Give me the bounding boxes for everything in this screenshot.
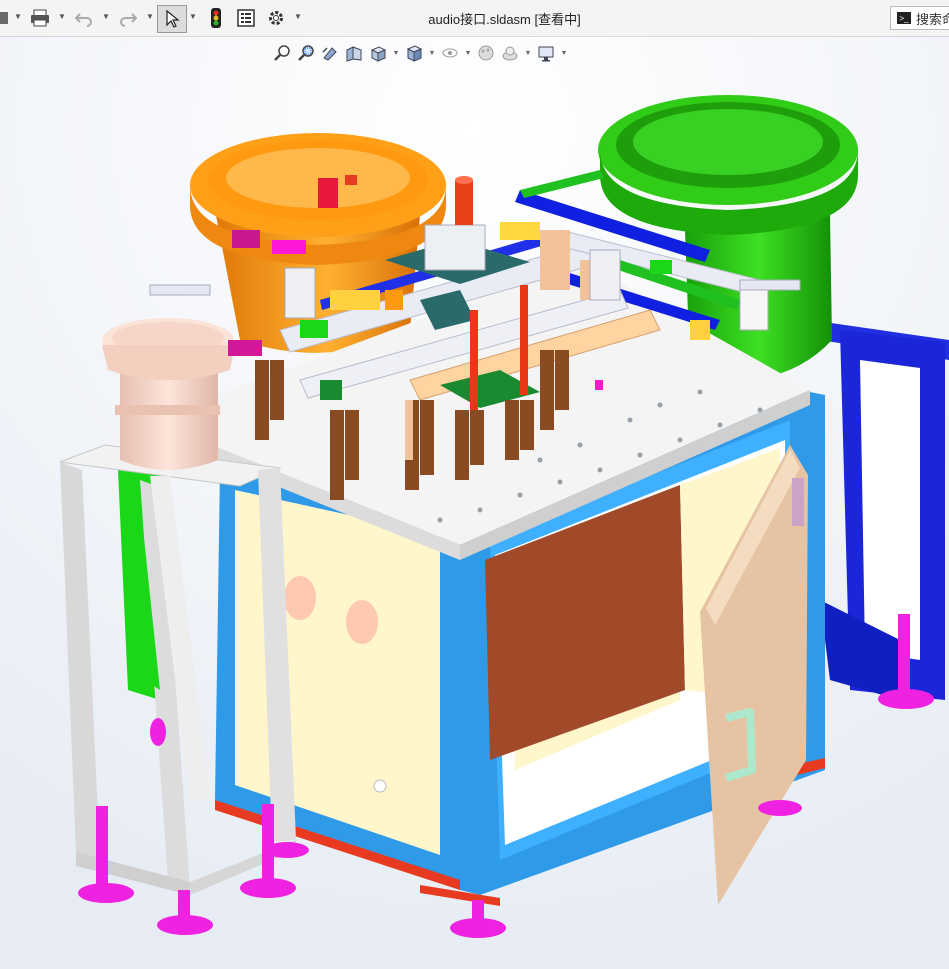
graphics-viewport[interactable]: ▼ ▼ ▼ ▼ ▼	[0, 37, 949, 969]
zoom-to-area-icon[interactable]	[296, 43, 316, 63]
search-commands-button[interactable]: >_ 搜索命	[890, 6, 949, 30]
chevron-down-icon[interactable]: ▼	[392, 50, 400, 57]
zoom-to-fit-icon[interactable]	[272, 43, 292, 63]
apply-scene-icon[interactable]	[500, 43, 520, 63]
hide-show-items-icon[interactable]	[440, 43, 460, 63]
display-style-icon[interactable]	[404, 43, 424, 63]
foot	[758, 800, 802, 816]
assembly-model[interactable]	[0, 37, 949, 969]
edit-appearance-icon[interactable]	[476, 43, 496, 63]
chevron-down-icon[interactable]: ▼	[560, 50, 568, 57]
chevron-down-icon[interactable]: ▼	[428, 50, 436, 57]
pink-feeder-bowl[interactable]	[102, 318, 235, 470]
section-view-icon[interactable]	[344, 43, 364, 63]
view-orientation-icon[interactable]	[368, 43, 388, 63]
command-prompt-icon: >_	[897, 12, 911, 24]
chevron-down-icon[interactable]: ▼	[464, 50, 472, 57]
foot	[265, 842, 309, 858]
heads-up-view-toolbar: ▼ ▼ ▼ ▼ ▼	[272, 40, 568, 66]
window-title: audio接口.sldasm [查看中]	[428, 12, 581, 27]
chevron-down-icon[interactable]: ▼	[524, 50, 532, 57]
title-bar: ▼ ▼ ▼ ▼ ▼ ▼ audio接口.sldasm [查看中] >_ 搜索命	[0, 0, 949, 37]
foot	[150, 718, 166, 746]
view-settings-icon[interactable]	[536, 43, 556, 63]
previous-view-icon[interactable]	[320, 43, 340, 63]
search-label: 搜索命	[916, 11, 949, 27]
